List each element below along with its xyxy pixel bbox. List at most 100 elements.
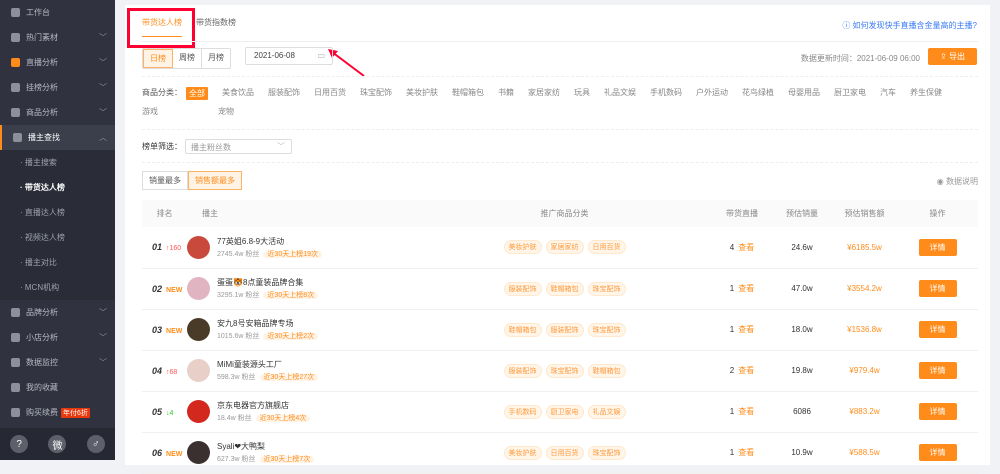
rank-times-badge: 近30天上榜27次 — [259, 374, 319, 381]
anchor-name[interactable]: Syali❤大鸭梨 — [217, 441, 314, 452]
category-option[interactable]: 服装配饰 — [268, 87, 300, 100]
sidebar-item[interactable]: 播主查找 ︿ — [0, 125, 115, 150]
anchor-name[interactable]: 京东电器官方旗舰店 — [217, 400, 310, 411]
detail-button[interactable]: 详情 — [918, 403, 957, 420]
category-option[interactable]: 母婴用品 — [788, 87, 820, 100]
category-option[interactable]: 户外运动 — [696, 87, 728, 100]
link-icon[interactable]: ♂ — [86, 435, 105, 453]
category-option[interactable]: 鞋帽箱包 — [452, 87, 484, 100]
view-link[interactable]: 查看 — [738, 325, 754, 334]
sidebar-item[interactable]: 数据监控 ﹀ — [0, 350, 115, 375]
live-count: 2 — [729, 366, 735, 375]
est-volume: 10.9w — [772, 432, 832, 474]
category-filter: 商品分类： 全部 美食饮品 服装配饰 日用百货 珠宝配饰 美妆护肤 鞋帽箱包 书籍 家居家纺 玩具 礼… — [142, 87, 972, 117]
sidebar-item-label: 数据监控 — [26, 358, 58, 367]
sidebar-item[interactable]: 小店分析 ﹀ — [0, 325, 115, 350]
submenu-item[interactable]: · 播主搜索 — [0, 150, 115, 175]
help-icon[interactable]: ? — [10, 435, 29, 453]
period-day[interactable]: 日榜 — [143, 49, 173, 68]
anchor-name[interactable]: 蛋蛋🐯8点童装品牌合集 — [217, 277, 318, 288]
data-explain-link[interactable]: ◉ 数据说明 — [937, 176, 978, 187]
category-option[interactable]: 手机数码 — [650, 87, 682, 100]
submenu-item[interactable]: · 带货达人榜 — [0, 175, 115, 200]
rank-change: NEW — [166, 450, 183, 458]
category-option[interactable]: 花鸟绿植 — [742, 87, 774, 100]
tab-sales-index-rank[interactable]: 带货指数榜 — [196, 17, 236, 37]
rank-number: 04 — [152, 365, 163, 376]
category-option[interactable]: 养生保健 — [910, 87, 942, 100]
category-option[interactable]: 游戏 — [142, 106, 158, 117]
anchor-name[interactable]: MiMi童装源头工厂 — [217, 359, 318, 370]
submenu-item[interactable]: · MCN机构 — [0, 275, 115, 300]
table-row: 03 NEW 安九8号安箱品牌专场 1015.6w 粉丝 近30天上榜2次 鞋帽箱包服… — [142, 309, 978, 351]
sidebar-item[interactable]: 购买续费 年付6折 — [0, 400, 115, 425]
avatar[interactable] — [187, 235, 210, 259]
sidebar-item[interactable]: 挂榜分析 ﹀ — [0, 75, 115, 100]
sidebar-item-label: 小店分析 — [26, 333, 58, 342]
fans-count: 2745.4w 粉丝 — [217, 250, 260, 258]
rank-times-badge: 近30天上榜2次 — [263, 333, 319, 340]
rank-change: ↓4 — [166, 409, 174, 417]
view-link[interactable]: 查看 — [738, 407, 754, 416]
anchor-name[interactable]: 安九8号安箱品牌专场 — [217, 318, 318, 329]
detail-button[interactable]: 详情 — [918, 321, 957, 338]
category-tag: 礼品文娱 — [587, 404, 626, 419]
rank-times-badge: 近30天上榜19次 — [263, 250, 322, 258]
fans-count: 3295.1w 粉丝 — [217, 292, 260, 299]
category-option[interactable]: 宠物 — [218, 106, 234, 117]
view-link[interactable]: 查看 — [738, 243, 754, 252]
help-link[interactable]: ⓘ 如何发现快手直播含金量高的主播? — [842, 20, 977, 31]
scrollbar[interactable] — [990, 0, 1000, 460]
sidebar-item[interactable]: 热门素材 ﹀ — [0, 25, 115, 50]
sidebar-item[interactable]: 直播分析 ﹀ — [0, 50, 115, 75]
est-amount: ¥1536.8w — [832, 309, 897, 351]
nav-icon — [11, 58, 20, 67]
category-option[interactable]: 玩具 — [574, 87, 590, 100]
sidebar-item[interactable]: 我的收藏 — [0, 375, 115, 400]
detail-button[interactable]: 详情 — [918, 444, 957, 461]
category-option[interactable]: 书籍 — [498, 87, 514, 100]
sidebar-item[interactable]: 商品分析 ﹀ — [0, 100, 115, 125]
avatar[interactable] — [187, 277, 210, 300]
date-picker[interactable]: 2021-06-08 ▭ — [245, 47, 333, 65]
category-option[interactable]: 家居家纺 — [528, 87, 560, 100]
category-option[interactable]: 日用百货 — [314, 87, 346, 100]
category-option[interactable]: 全部 — [186, 87, 208, 100]
submenu-item-label: 视频达人榜 — [24, 233, 65, 242]
view-link[interactable]: 查看 — [738, 366, 754, 375]
sort-by-volume[interactable]: 销量最多 — [142, 171, 188, 190]
category-option[interactable]: 礼品文娱 — [604, 87, 636, 100]
detail-button[interactable]: 详情 — [918, 238, 957, 256]
sidebar-item[interactable]: 工作台 — [0, 0, 115, 25]
chevron-down-icon: ﹀ — [99, 83, 107, 92]
anchor-name[interactable]: 77英姐6.8-9大活动 — [217, 236, 322, 247]
divider — [142, 129, 978, 130]
wechat-icon[interactable]: 微 — [48, 435, 67, 453]
sort-by-amount[interactable]: 销售额最多 — [188, 171, 242, 190]
detail-button[interactable]: 详情 — [918, 280, 957, 297]
category-option[interactable]: 汽车 — [880, 87, 896, 100]
avatar[interactable] — [187, 318, 210, 341]
nav-icon — [11, 408, 20, 417]
category-option[interactable]: 美妆护肤 — [406, 87, 438, 100]
submenu-item[interactable]: · 播主对比 — [0, 250, 115, 275]
submenu-item[interactable]: · 视频达人榜 — [0, 225, 115, 250]
avatar[interactable] — [187, 359, 210, 382]
avatar[interactable] — [187, 441, 210, 464]
sidebar-item[interactable]: 品牌分析 ﹀ — [0, 300, 115, 325]
view-link[interactable]: 查看 — [738, 284, 754, 293]
period-week[interactable]: 周榜 — [173, 49, 202, 68]
category-option[interactable]: 珠宝配饰 — [360, 87, 392, 100]
view-link[interactable]: 查看 — [738, 448, 754, 457]
submenu-item[interactable]: · 直播达人榜 — [0, 200, 115, 225]
category-option[interactable]: 美食饮品 — [222, 87, 254, 100]
period-month[interactable]: 月榜 — [202, 49, 230, 68]
detail-button[interactable]: 详情 — [918, 362, 957, 379]
rank-change: NEW — [166, 327, 183, 335]
category-option[interactable]: 厨卫家电 — [834, 87, 866, 100]
export-button[interactable]: ⇪ 导出 — [928, 48, 977, 65]
live-count: 1 — [729, 325, 735, 334]
category-tag: 美妆护肤 — [503, 240, 542, 255]
fans-select[interactable]: 播主粉丝数 ﹀ — [185, 139, 292, 154]
avatar[interactable] — [187, 400, 210, 423]
